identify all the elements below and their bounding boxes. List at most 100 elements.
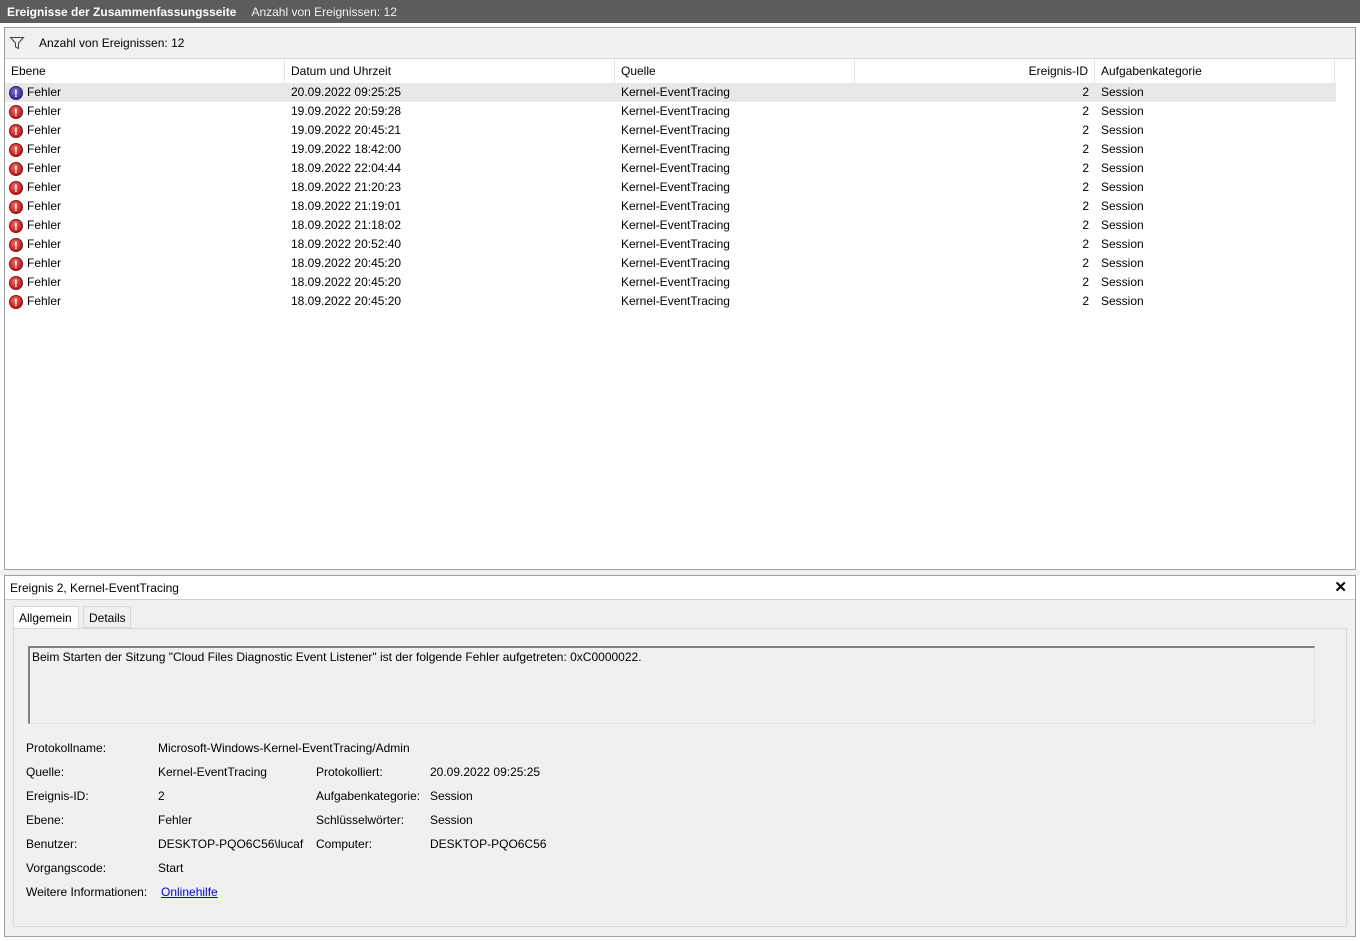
column-header-task-category[interactable]: Aufgabenkategorie — [1095, 59, 1335, 83]
cell-datetime: 19.09.2022 20:59:28 — [291, 104, 402, 118]
source-label: Quelle: — [26, 765, 65, 779]
error-icon: ! — [9, 123, 23, 138]
error-icon: ! — [9, 218, 23, 233]
table-row[interactable]: ! Fehler 20.09.2022 09:25:25 Kernel-EventTr… — [5, 83, 1336, 102]
cell-level: ! Fehler — [9, 254, 61, 273]
cell-source: Kernel-EventTracing — [621, 104, 730, 118]
cell-event-id: 2 — [1082, 256, 1089, 270]
filter-funnel-icon[interactable] — [9, 35, 25, 51]
cell-source: Kernel-EventTracing — [621, 275, 730, 289]
event-count-label: Anzahl von Ereignissen: 12 — [39, 36, 185, 50]
cell-event-id: 2 — [1082, 123, 1089, 137]
detail-header: Ereignis 2, Kernel-EventTracing ✕ — [5, 576, 1355, 600]
cell-source: Kernel-EventTracing — [621, 161, 730, 175]
cell-event-id: 2 — [1082, 199, 1089, 213]
cell-event-id: 2 — [1082, 218, 1089, 232]
logged-value[interactable]: 20.09.2022 09:25:25 — [430, 765, 540, 779]
column-header-event-id[interactable]: Ereignis-ID — [855, 59, 1095, 83]
cell-level: ! Fehler — [9, 121, 61, 140]
cell-event-id: 2 — [1082, 275, 1089, 289]
table-row[interactable]: ! Fehler 19.09.2022 18:42:00 Kernel-EventTr… — [5, 140, 1336, 159]
table-row[interactable]: ! Fehler 18.09.2022 20:45:20 Kernel-EventTr… — [5, 254, 1336, 273]
cell-source: Kernel-EventTracing — [621, 142, 730, 156]
cell-source: Kernel-EventTracing — [621, 199, 730, 213]
error-icon: ! — [9, 180, 23, 195]
error-icon: ! — [9, 142, 23, 157]
table-row[interactable]: ! Fehler 18.09.2022 20:45:20 Kernel-EventTr… — [5, 273, 1336, 292]
cell-source: Kernel-EventTracing — [621, 237, 730, 251]
cell-source: Kernel-EventTracing — [621, 180, 730, 194]
keywords-value[interactable]: Session — [430, 813, 473, 827]
event-message-box[interactable]: Beim Starten der Sitzung "Cloud Files Di… — [28, 646, 1315, 724]
cell-task-category: Session — [1101, 161, 1144, 175]
event-id-value[interactable]: 2 — [158, 789, 165, 803]
filter-bar: Anzahl von Ereignissen: 12 — [5, 28, 1355, 59]
panel-subtitle: Anzahl von Ereignissen: 12 — [251, 4, 397, 19]
cell-task-category: Session — [1101, 123, 1144, 137]
error-icon: ! — [9, 275, 23, 290]
error-icon: ! — [9, 199, 23, 214]
cell-task-category: Session — [1101, 180, 1144, 194]
cell-event-id: 2 — [1082, 85, 1089, 99]
level-text: Fehler — [27, 294, 62, 308]
cell-source: Kernel-EventTracing — [621, 256, 730, 270]
task-category-label: Aufgabenkategorie: — [316, 789, 421, 803]
level-text: Fehler — [27, 218, 62, 232]
table-row[interactable]: ! Fehler 18.09.2022 20:45:20 Kernel-EventTr… — [5, 292, 1336, 311]
level-text: Fehler — [27, 180, 62, 194]
cell-event-id: 2 — [1082, 237, 1089, 251]
table-row[interactable]: ! Fehler 18.09.2022 21:20:23 Kernel-EventTr… — [5, 178, 1336, 197]
cell-level: ! Fehler — [9, 140, 61, 159]
tab-details[interactable]: Details — [83, 606, 131, 628]
table-row[interactable]: ! Fehler 19.09.2022 20:45:21 Kernel-EventTr… — [5, 121, 1336, 140]
table-row[interactable]: ! Fehler 19.09.2022 20:59:28 Kernel-EventTr… — [5, 102, 1336, 121]
cell-datetime: 18.09.2022 22:04:44 — [291, 161, 402, 175]
events-list-panel: Anzahl von Ereignissen: 12 Ebene Datum u… — [4, 27, 1356, 570]
opcode-value[interactable]: Start — [158, 861, 183, 875]
cell-level: ! Fehler — [9, 273, 61, 292]
computer-value[interactable]: DESKTOP-PQO6C56 — [430, 837, 546, 851]
level-text: Fehler — [27, 256, 62, 270]
tab-general[interactable]: Allgemein — [13, 606, 79, 629]
level-label: Ebene: — [26, 813, 65, 827]
column-header-level[interactable]: Ebene — [5, 59, 285, 83]
cell-level: ! Fehler — [9, 197, 61, 216]
online-help-link[interactable]: Onlinehilfe — [161, 885, 218, 899]
error-icon: ! — [9, 104, 23, 119]
user-value[interactable]: DESKTOP-PQO6C56\lucaf — [158, 837, 303, 851]
column-header-row: Ebene Datum und Uhrzeit Quelle Ereignis-… — [5, 59, 1336, 83]
level-value[interactable]: Fehler — [158, 813, 192, 827]
column-header-datetime[interactable]: Datum und Uhrzeit — [285, 59, 615, 83]
level-text: Fehler — [27, 275, 62, 289]
cell-task-category: Session — [1101, 218, 1144, 232]
cell-datetime: 20.09.2022 09:25:25 — [291, 85, 402, 99]
column-header-source[interactable]: Quelle — [615, 59, 855, 83]
table-row[interactable]: ! Fehler 18.09.2022 22:04:44 Kernel-EventTr… — [5, 159, 1336, 178]
panel-title: Ereignisse der Zusammenfassungsseite — [7, 4, 237, 19]
task-category-value[interactable]: Session — [430, 789, 473, 803]
table-row[interactable]: ! Fehler 18.09.2022 20:52:40 Kernel-EventTr… — [5, 235, 1336, 254]
table-row[interactable]: ! Fehler 18.09.2022 21:19:01 Kernel-EventTr… — [5, 197, 1336, 216]
cell-datetime: 19.09.2022 18:42:00 — [291, 142, 402, 156]
level-text: Fehler — [27, 85, 62, 99]
cell-event-id: 2 — [1082, 104, 1089, 118]
cell-event-id: 2 — [1082, 294, 1089, 308]
keywords-label: Schlüsselwörter: — [316, 813, 405, 827]
level-text: Fehler — [27, 123, 62, 137]
log-name-value[interactable]: Microsoft-Windows-Kernel-EventTracing/Ad… — [158, 741, 410, 755]
cell-level: ! Fehler — [9, 178, 61, 197]
close-icon[interactable]: ✕ — [1334, 578, 1347, 596]
cell-task-category: Session — [1101, 275, 1144, 289]
cell-source: Kernel-EventTracing — [621, 218, 730, 232]
source-value[interactable]: Kernel-EventTracing — [158, 765, 267, 779]
cell-level: ! Fehler — [9, 83, 61, 102]
cell-datetime: 18.09.2022 20:45:20 — [291, 294, 402, 308]
table-row[interactable]: ! Fehler 18.09.2022 21:18:02 Kernel-EventTr… — [5, 216, 1336, 235]
general-tab-panel: Beim Starten der Sitzung "Cloud Files Di… — [13, 628, 1347, 927]
events-table-body: ! Fehler 20.09.2022 09:25:25 Kernel-EventTr… — [5, 83, 1336, 311]
cell-datetime: 18.09.2022 20:45:20 — [291, 256, 402, 270]
error-icon: ! — [9, 237, 23, 252]
cell-datetime: 18.09.2022 21:19:01 — [291, 199, 402, 213]
cell-task-category: Session — [1101, 104, 1144, 118]
level-text: Fehler — [27, 142, 62, 156]
